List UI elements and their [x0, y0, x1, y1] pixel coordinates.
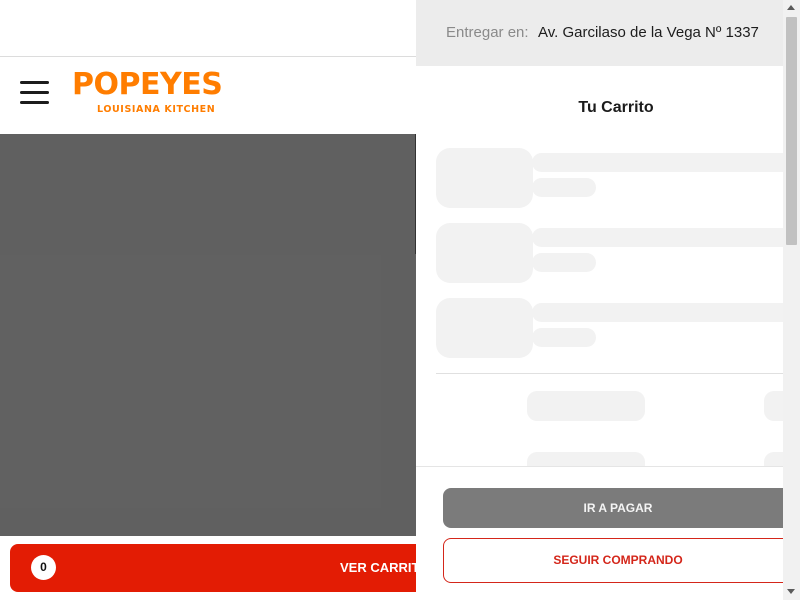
hamburger-line: [20, 91, 49, 94]
continue-shopping-button[interactable]: SEGUIR COMPRANDO: [443, 538, 793, 583]
scrollbar[interactable]: [783, 0, 800, 600]
scroll-down-arrow-icon[interactable]: [787, 589, 795, 594]
delivery-address-bar[interactable]: Entregar en: Av. Garcilaso de la Vega Nº…: [416, 0, 800, 66]
skeleton-line: [532, 153, 792, 172]
cart-drawer: Entregar en: Av. Garcilaso de la Vega Nº…: [416, 0, 800, 600]
checkout-button[interactable]: IR A PAGAR: [443, 488, 793, 528]
hamburger-menu-icon[interactable]: [20, 80, 50, 108]
skeleton-line: [532, 328, 596, 347]
cart-title: Tu Carrito: [578, 99, 654, 116]
actions-separator: [416, 466, 800, 467]
scroll-up-arrow-icon[interactable]: [787, 5, 795, 10]
skeleton-line: [532, 303, 792, 322]
cart-divider: [436, 373, 786, 374]
skeleton-thumbnail: [436, 148, 533, 208]
cart-count-badge: 0: [31, 555, 56, 580]
skeleton-line: [532, 253, 596, 272]
skeleton-line: [532, 178, 596, 197]
logo-tagline: LOUISIANA KITCHEN: [97, 104, 216, 115]
logo-wordmark: POPEYES: [72, 67, 223, 102]
delivery-address: Av. Garcilaso de la Vega Nº 1337: [538, 24, 759, 41]
popeyes-logo[interactable]: POPEYES LOUISIANA KITCHEN: [72, 67, 242, 119]
skeleton-thumbnail: [436, 223, 533, 283]
scrollbar-thumb[interactable]: [786, 17, 797, 245]
hamburger-line: [20, 81, 49, 84]
skeleton-line: [532, 228, 792, 247]
delivery-label: Entregar en:: [446, 24, 529, 41]
skeleton-pill: [527, 391, 645, 421]
hamburger-line: [20, 101, 49, 104]
skeleton-thumbnail: [436, 298, 533, 358]
